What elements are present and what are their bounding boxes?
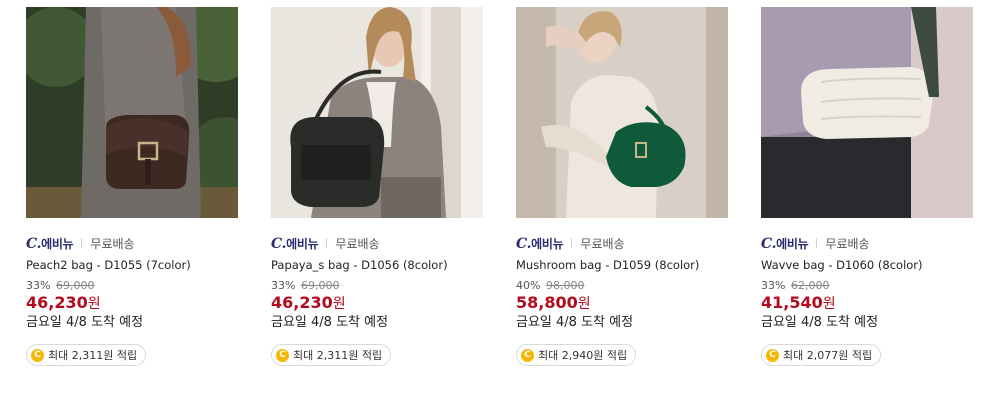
sale-price-row: 58,800원 xyxy=(516,293,728,313)
original-price: 69,000 xyxy=(300,279,340,292)
sale-price: 46,230 xyxy=(26,293,88,312)
shipping-label: 무료배송 xyxy=(90,236,135,251)
reward-badge: C 최대 2,311원 적립 xyxy=(271,344,392,366)
coin-icon: C xyxy=(766,348,779,362)
divider xyxy=(326,238,328,248)
product-image[interactable] xyxy=(761,7,973,218)
discount-row: 40% 98,000 xyxy=(516,279,728,293)
discount-rate: 33% xyxy=(271,279,296,292)
reward-text: 최대 2,940원 적립 xyxy=(538,349,628,362)
brand-link[interactable]: C.에비뉴 xyxy=(761,235,809,252)
sale-price: 41,540 xyxy=(761,293,823,312)
currency: 원 xyxy=(822,296,836,312)
discount-row: 33% 69,000 xyxy=(271,279,483,293)
currency: 원 xyxy=(577,296,591,312)
coin-icon: C xyxy=(276,348,289,362)
product-card[interactable]: C.에비뉴 무료배송 Wavve bag - D1060 (8color) 33… xyxy=(761,7,973,366)
coin-icon: C xyxy=(521,348,534,362)
arrival-date: 금요일 4/8 도착 예정 xyxy=(516,315,634,330)
brand-name: 에비뉴 xyxy=(41,236,74,251)
sale-price-row: 46,230원 xyxy=(271,293,483,313)
reward-badge: C 최대 2,077원 적립 xyxy=(761,344,882,366)
product-card[interactable]: C.에비뉴 무료배송 Mushroom bag - D1059 (8color)… xyxy=(516,7,728,366)
product-name[interactable]: Peach2 bag - D1055 (7color) xyxy=(26,256,238,274)
product-name[interactable]: Wavve bag - D1060 (8color) xyxy=(761,256,973,274)
discount-rate: 33% xyxy=(761,279,786,292)
original-price: 69,000 xyxy=(55,279,95,292)
brand-link[interactable]: C.에비뉴 xyxy=(26,235,74,252)
sale-price: 46,230 xyxy=(271,293,333,312)
shipping-label: 무료배송 xyxy=(825,236,870,251)
brand-prefix: C. xyxy=(26,235,42,252)
currency: 원 xyxy=(332,296,346,312)
discount-row: 33% 62,000 xyxy=(761,279,973,293)
product-image[interactable] xyxy=(26,7,238,218)
discount-rate: 33% xyxy=(26,279,51,292)
product-image[interactable] xyxy=(271,7,483,218)
brand-name: 에비뉴 xyxy=(776,236,809,251)
sale-price-row: 41,540원 xyxy=(761,293,973,313)
currency: 원 xyxy=(87,296,101,312)
original-price: 62,000 xyxy=(790,279,830,292)
discount-row: 33% 69,000 xyxy=(26,279,238,293)
reward-badge: C 최대 2,311원 적립 xyxy=(26,344,147,366)
brand-link[interactable]: C.에비뉴 xyxy=(516,235,564,252)
product-name[interactable]: Papaya_s bag - D1056 (8color) xyxy=(271,256,483,274)
divider xyxy=(816,238,818,248)
brand-link[interactable]: C.에비뉴 xyxy=(271,235,319,252)
shipping-label: 무료배송 xyxy=(335,236,380,251)
divider xyxy=(81,238,83,248)
sale-price: 58,800 xyxy=(516,293,578,312)
coin-icon: C xyxy=(31,348,44,362)
divider xyxy=(571,238,573,248)
product-image[interactable] xyxy=(516,7,728,218)
reward-badge: C 최대 2,940원 적립 xyxy=(516,344,637,366)
reward-text: 최대 2,077원 적립 xyxy=(783,349,873,362)
arrival-date: 금요일 4/8 도착 예정 xyxy=(761,315,879,330)
arrival-date: 금요일 4/8 도착 예정 xyxy=(26,315,144,330)
reward-text: 최대 2,311원 적립 xyxy=(48,349,138,362)
arrival-date: 금요일 4/8 도착 예정 xyxy=(271,315,389,330)
brand-prefix: C. xyxy=(516,235,532,252)
product-name[interactable]: Mushroom bag - D1059 (8color) xyxy=(516,256,728,274)
product-card[interactable]: C.에비뉴 무료배송 Papaya_s bag - D1056 (8color)… xyxy=(271,7,483,366)
brand-prefix: C. xyxy=(271,235,287,252)
sale-price-row: 46,230원 xyxy=(26,293,238,313)
reward-text: 최대 2,311원 적립 xyxy=(293,349,383,362)
product-card[interactable]: C.에비뉴 무료배송 Peach2 bag - D1055 (7color) 3… xyxy=(26,7,238,366)
brand-prefix: C. xyxy=(761,235,777,252)
brand-name: 에비뉴 xyxy=(531,236,564,251)
shipping-label: 무료배송 xyxy=(580,236,625,251)
original-price: 98,000 xyxy=(545,279,585,292)
brand-name: 에비뉴 xyxy=(286,236,319,251)
discount-rate: 40% xyxy=(516,279,541,292)
